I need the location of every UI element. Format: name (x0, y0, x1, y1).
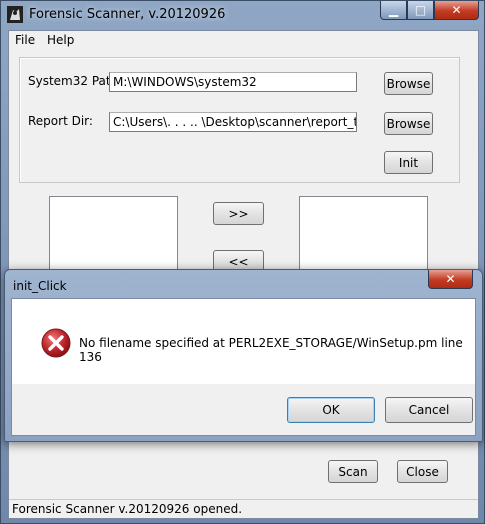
maximize-button[interactable]: □ (407, 1, 434, 20)
dialog-body: No filename specified at PERL2EXE_STORAG… (11, 298, 476, 436)
error-dialog: init_Click ✕ No filename specified at PE… (4, 269, 483, 442)
app-icon (7, 6, 23, 23)
browse-system32-button[interactable]: Browse (384, 72, 433, 95)
minimize-button[interactable]: ▁ (380, 1, 407, 20)
add-button[interactable]: >> (213, 202, 264, 225)
report-dir-label: Report Dir: (28, 114, 93, 128)
error-icon (41, 328, 71, 358)
init-button[interactable]: Init (384, 151, 433, 174)
main-window: Forensic Scanner, v.20120926 ▁ □ ✕ File … (0, 0, 485, 524)
dialog-close-button[interactable]: ✕ (428, 270, 473, 289)
status-bar: Forensic Scanner v.20120926 opened. (9, 499, 478, 518)
ok-button[interactable]: OK (287, 397, 375, 423)
dialog-message-area: No filename specified at PERL2EXE_STORAG… (12, 299, 475, 384)
menu-file[interactable]: File (15, 33, 35, 47)
cancel-button[interactable]: Cancel (385, 397, 473, 423)
menu-bar: File Help (9, 31, 478, 50)
scan-button[interactable]: Scan (328, 460, 378, 483)
system32-path-input[interactable]: M:\WINDOWS\system32 (109, 72, 357, 92)
browse-report-button[interactable]: Browse (384, 112, 433, 135)
title-bar[interactable]: Forensic Scanner, v.20120926 ▁ □ ✕ (1, 1, 484, 29)
close-window-button[interactable]: ✕ (434, 1, 479, 20)
menu-help[interactable]: Help (47, 33, 74, 47)
window-title: Forensic Scanner, v.20120926 (29, 7, 226, 22)
dialog-title: init_Click (13, 279, 67, 293)
dialog-message: No filename specified at PERL2EXE_STORAG… (79, 336, 463, 364)
paths-group: System32 Path: M:\WINDOWS\system32 Brows… (19, 57, 460, 183)
close-button[interactable]: Close (397, 460, 448, 483)
report-dir-input[interactable]: C:\Users\. . . .. \Desktop\scanner\repor… (109, 112, 357, 132)
